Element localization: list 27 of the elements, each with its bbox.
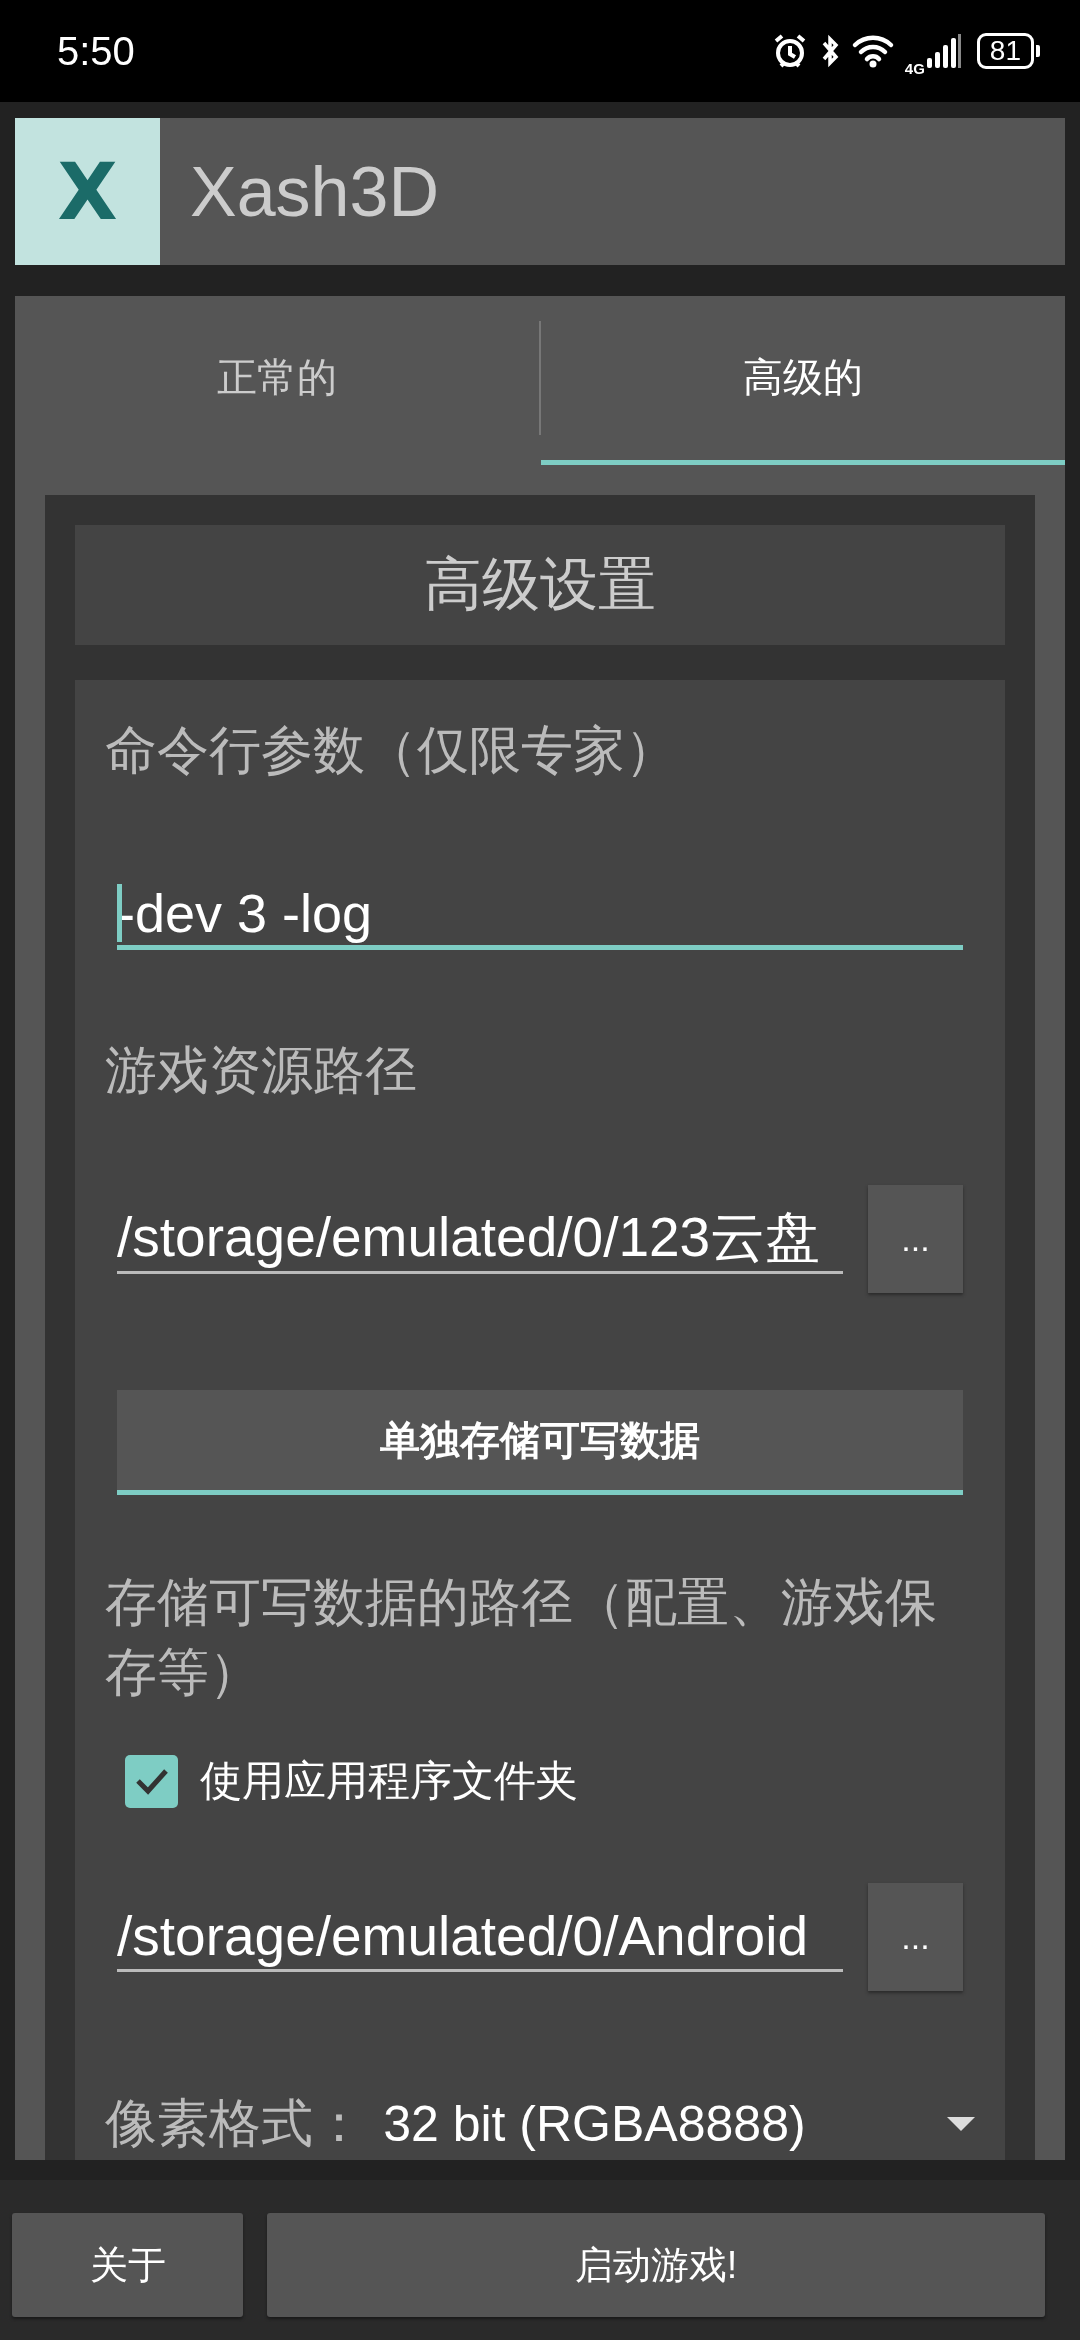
network-type: 4G <box>904 60 925 76</box>
tab[interactable]: 正常的 <box>15 296 539 465</box>
wifi-icon <box>850 33 895 69</box>
dropdown[interactable]: 32 bit (RGBA8888) <box>383 2095 975 2153</box>
launch-button[interactable]: 启动游戏! <box>267 2213 1045 2317</box>
browse-button[interactable]: ... <box>868 1883 963 1991</box>
text-cursor <box>117 884 122 942</box>
section-title: 高级设置 <box>75 525 1005 645</box>
checkbox[interactable] <box>125 1754 178 1808</box>
tab[interactable]: 高级的 <box>541 296 1065 465</box>
app-logo: X <box>15 118 160 265</box>
clock: 5:50 <box>57 28 136 74</box>
setting-label: 游戏资源路径 <box>105 1040 418 1100</box>
browse-button[interactable]: ... <box>868 1185 963 1293</box>
app-title: Xash3D <box>190 151 440 232</box>
path-field[interactable]: /storage/emulated/0/123云盘 <box>117 1204 843 1274</box>
toggle-button[interactable]: 单独存储可写数据 <box>117 1390 963 1495</box>
setting-label: 像素格式： <box>105 2093 366 2154</box>
battery-indicator: 81 <box>976 33 1040 69</box>
checkbox-label: 使用应用程序文件夹 <box>200 1756 578 1806</box>
check-icon <box>134 1767 169 1795</box>
dropdown-arrow-icon <box>947 2117 975 2131</box>
signal-icon <box>926 34 961 68</box>
path-field[interactable]: /storage/emulated/0/Android <box>117 1902 843 1972</box>
setting-label: 命令行参数（仅限专家） <box>105 720 678 780</box>
setting-label: 存储可写数据的路径（配置、游戏保存等） <box>105 1572 938 1703</box>
about-button[interactable]: 关于 <box>12 2213 243 2317</box>
